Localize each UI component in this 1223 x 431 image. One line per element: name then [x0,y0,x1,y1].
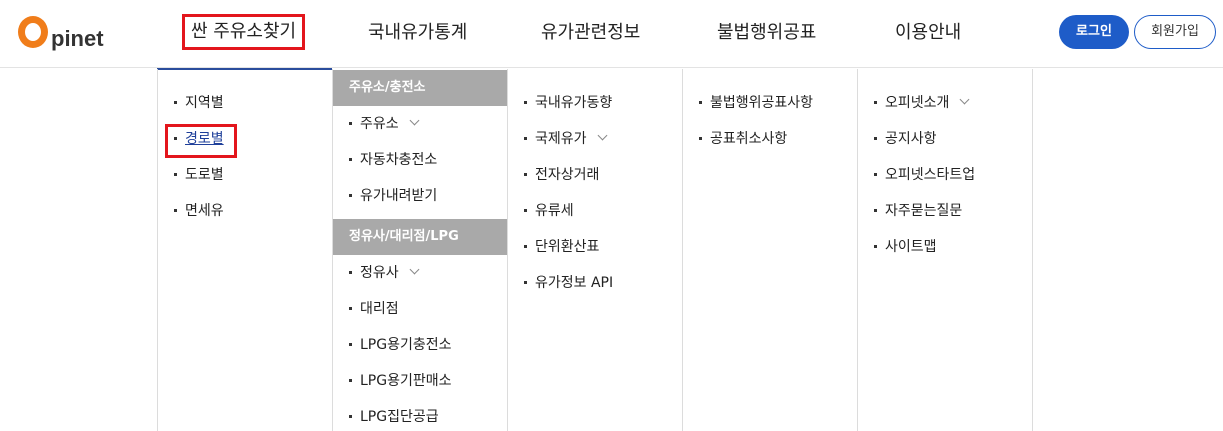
chevron-down-icon[interactable] [409,115,420,126]
menu-item-label: 불법행위공표사항 [710,95,814,111]
menu-item-label: 유류세 [535,203,574,219]
menu-item-price-api[interactable]: 유가정보 API [524,274,613,292]
bullet-icon [174,100,177,104]
bullet-icon [349,270,352,274]
menu-item-lpg-cylinder-sales[interactable]: LPG용기판매소 [349,372,452,390]
menu-item-refiner[interactable]: 정유사 [349,264,420,282]
menu-item-label: 국내유가동향 [535,95,613,111]
menu-item-car-charging[interactable]: 자동차충전소 [349,151,437,169]
bullet-icon [874,136,877,140]
bullet-icon [349,306,352,310]
menu-item-illegal-notice[interactable]: 불법행위공표사항 [699,94,813,112]
opinet-logo[interactable]: pinet [18,12,104,52]
menu-item-label: 주유소 [360,116,399,132]
gnb-cheap-station-search[interactable]: 싼 주유소찾기 [182,14,306,50]
menu-item-by-region[interactable]: 지역별 [174,94,224,112]
menu-item-label: LPG용기충전소 [360,337,452,353]
gnb-user-guide[interactable]: 이용안내 [895,18,961,48]
section-header-stations: 주유소/충전소 [333,70,507,106]
menu-column-guide: 오피넷소개 공지사항 오피넷스타트업 자주묻는질문 사이트맵 [858,69,1033,431]
menu-item-agency[interactable]: 대리점 [349,300,399,318]
menu-item-label: 공지사항 [885,131,937,147]
bullet-icon [174,136,177,140]
logo-o-mark-icon [18,16,48,48]
bullet-icon [524,172,527,176]
menu-item-lpg-cylinder-charging[interactable]: LPG용기충전소 [349,336,452,354]
bullet-icon [699,100,702,104]
menu-item-label: 오피넷소개 [885,95,950,111]
menu-item-label: 경로별 [185,131,224,147]
bullet-icon [874,100,877,104]
menu-item-label: LPG집단공급 [360,409,439,425]
bullet-icon [524,208,527,212]
menu-column-stations: 주유소/충전소 주유소 자동차충전소 유가내려받기 정유사/대리점/LPG 정유… [333,69,508,431]
menu-column-illegal: 불법행위공표사항 공표취소사항 [683,69,858,431]
bullet-icon [524,136,527,140]
menu-item-price-download[interactable]: 유가내려받기 [349,187,437,205]
bullet-icon [349,157,352,161]
bullet-icon [349,378,352,382]
logo-text: pinet [51,26,104,51]
chevron-down-icon[interactable] [597,130,607,141]
menu-item-label: 국제유가 [535,131,587,147]
menu-item-label: 자주묻는질문 [885,203,963,219]
section-header-refiners: 정유사/대리점/LPG [333,219,507,255]
menu-item-label: 사이트맵 [885,239,937,255]
bullet-icon [874,208,877,212]
menu-item-e-commerce[interactable]: 전자상거래 [524,166,599,184]
bullet-icon [174,208,177,212]
bullet-icon [349,342,352,346]
gnb-domestic-price-stats[interactable]: 국내유가통계 [368,18,467,48]
menu-item-domestic-trend[interactable]: 국내유가동향 [524,94,612,112]
menu-item-label: 자동차충전소 [360,152,438,168]
menu-item-label: 지역별 [185,95,224,111]
bullet-icon [874,244,877,248]
bullet-icon [874,172,877,176]
menu-item-fuel-tax[interactable]: 유류세 [524,202,574,220]
menu-item-label: 정유사 [360,265,399,281]
menu-item-label: 유가정보 API [535,275,614,291]
menu-item-label: 면세유 [185,203,224,219]
menu-item-startup[interactable]: 오피넷스타트업 [874,166,975,184]
menu-item-sitemap[interactable]: 사이트맵 [874,238,937,256]
menu-item-label: 대리점 [360,301,399,317]
login-button[interactable]: 로그인 [1059,15,1129,49]
menu-column-station-search: 지역별 경로별 도로별 면세유 [158,69,333,431]
bullet-icon [524,244,527,248]
chevron-down-icon[interactable] [959,94,970,105]
menu-item-by-route[interactable]: 경로별 [174,130,224,148]
menu-item-label: LPG용기판매소 [360,373,452,389]
bullet-icon [349,414,352,418]
bullet-icon [524,280,527,284]
menu-item-label: 오피넷스타트업 [885,167,976,183]
join-button[interactable]: 회원가입 [1134,15,1216,49]
bullet-icon [524,100,527,104]
menu-item-label: 전자상거래 [535,167,600,183]
gnb-illegal-activity[interactable]: 불법행위공표 [717,18,816,48]
menu-item-gas-station[interactable]: 주유소 [349,115,420,133]
mega-menu: 지역별 경로별 도로별 면세유 주유소/충전소 주유소 자동차충전소 유가내려받… [157,69,1033,431]
menu-item-tax-free-oil[interactable]: 면세유 [174,202,224,220]
menu-item-about-opinet[interactable]: 오피넷소개 [874,94,970,112]
menu-column-price-info: 국내유가동향 국제유가 전자상거래 유류세 단위환산표 유가정보 API [508,69,683,431]
menu-item-label: 도로별 [185,167,224,183]
site-header: pinet 싼 주유소찾기 국내유가통계 유가관련정보 불법행위공표 이용안내 … [0,0,1223,68]
menu-item-by-road[interactable]: 도로별 [174,166,224,184]
menu-item-international-price[interactable]: 국제유가 [524,130,607,148]
bullet-icon [174,172,177,176]
menu-item-label: 유가내려받기 [360,188,438,204]
chevron-down-icon[interactable] [409,264,420,275]
menu-item-faq[interactable]: 자주묻는질문 [874,202,962,220]
menu-item-unit-conversion[interactable]: 단위환산표 [524,238,599,256]
gnb-oil-price-info[interactable]: 유가관련정보 [541,18,640,48]
menu-item-notice[interactable]: 공지사항 [874,130,937,148]
menu-item-label: 공표취소사항 [710,131,788,147]
menu-item-lpg-group-supply[interactable]: LPG집단공급 [349,408,439,426]
bullet-icon [349,193,352,197]
menu-item-label: 단위환산표 [535,239,600,255]
bullet-icon [349,121,352,125]
menu-item-notice-cancel[interactable]: 공표취소사항 [699,130,787,148]
bullet-icon [699,136,702,140]
